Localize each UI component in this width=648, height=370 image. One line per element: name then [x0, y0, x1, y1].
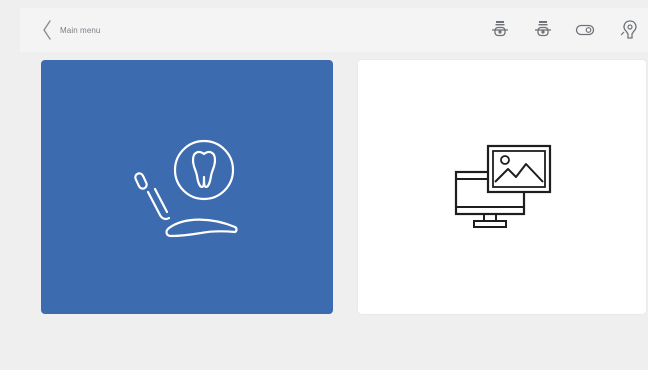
toggle-button[interactable]	[571, 16, 599, 44]
device-plug-alt-icon	[535, 21, 551, 37]
device-plug-button[interactable]	[486, 16, 514, 44]
dental-chair-tooth-icon	[134, 139, 238, 238]
toolbar	[478, 16, 648, 44]
back-button[interactable]: Main menu	[42, 8, 100, 52]
sensor-button[interactable]	[616, 16, 644, 44]
sensor-icon	[620, 20, 637, 39]
top-bar: Main menu	[20, 8, 648, 52]
back-label: Main menu	[60, 25, 101, 35]
images-tile[interactable]	[358, 60, 646, 314]
monitor-image-icon	[454, 144, 552, 228]
treatment-tile[interactable]	[41, 60, 333, 314]
chevron-left-icon	[43, 20, 51, 40]
device-plug-alt-button[interactable]	[529, 16, 557, 44]
device-plug-icon	[492, 21, 508, 37]
screen: Main menu	[0, 0, 648, 370]
toggle-icon	[575, 24, 595, 36]
